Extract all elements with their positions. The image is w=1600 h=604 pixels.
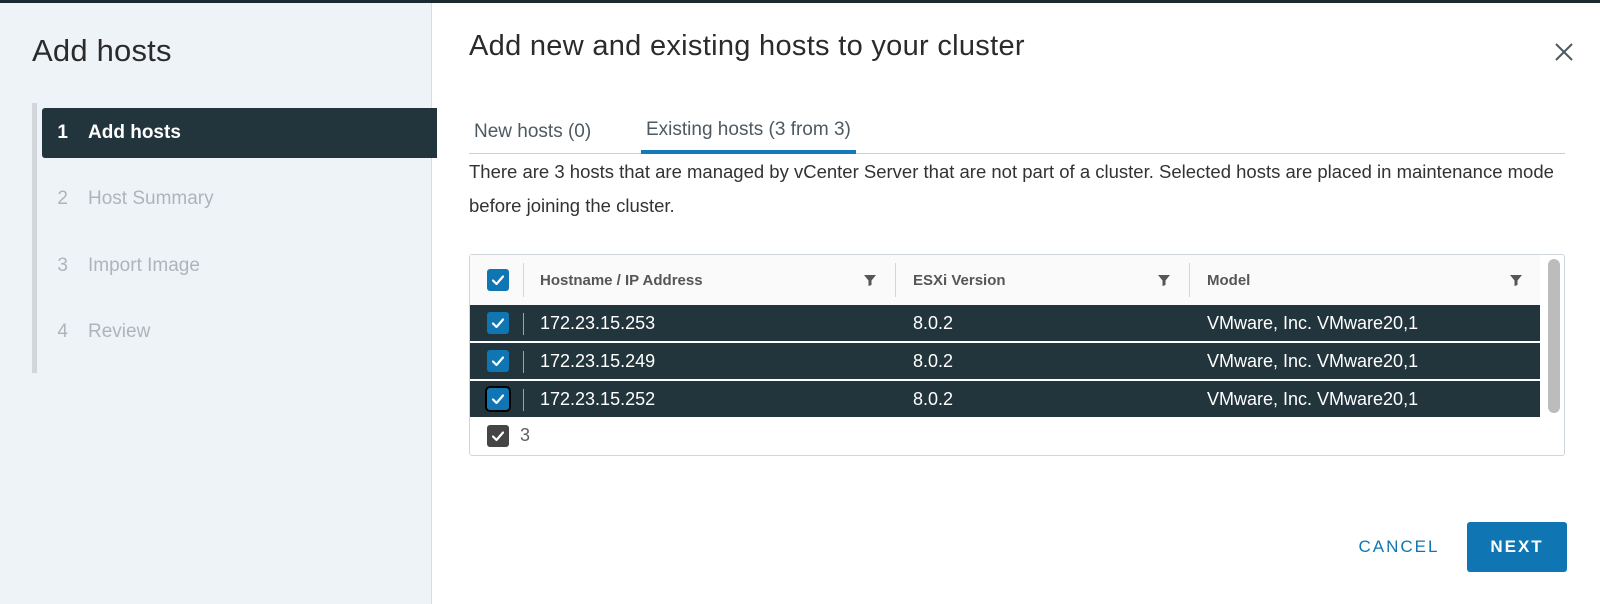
scrollbar-thumb[interactable] [1548, 259, 1560, 413]
next-button[interactable]: NEXT [1467, 522, 1567, 572]
check-icon [491, 275, 505, 286]
page-title: Add new and existing hosts to your clust… [469, 30, 1025, 62]
hostname-cell: 172.23.15.253 [540, 313, 656, 333]
step-number: 3 [57, 255, 68, 276]
column-header-esxi-version[interactable]: ESXi Version [913, 255, 1006, 305]
hosts-table: Hostname / IP Address ESXi Version Model… [469, 254, 1565, 456]
step-number: 1 [57, 122, 68, 143]
version-cell: 8.0.2 [913, 389, 954, 409]
table-header: Hostname / IP Address ESXi Version Model [470, 255, 1540, 305]
close-icon [1555, 43, 1573, 61]
filter-icon[interactable] [863, 273, 877, 287]
check-icon [491, 431, 505, 442]
close-button[interactable] [1552, 40, 1576, 64]
check-icon [491, 318, 505, 329]
table-row[interactable]: 172.23.15.252 8.0.2 VMware, Inc. VMware2… [470, 381, 1540, 418]
tab-bar: New hosts (0) Existing hosts (3 from 3) [469, 110, 1565, 154]
step-number: 4 [57, 321, 68, 342]
row-separator [523, 313, 524, 335]
model-cell: VMware, Inc. VMware20,1 [1207, 389, 1419, 409]
row-checkbox[interactable] [487, 350, 509, 372]
column-header-hostname[interactable]: Hostname / IP Address [540, 255, 703, 305]
wizard-title: Add hosts [32, 33, 172, 68]
step-number: 2 [57, 188, 68, 209]
wizard-sidebar: Add hosts 1 Add hosts 2 Host Summary 3 I… [0, 3, 437, 604]
row-checkbox[interactable] [487, 388, 509, 410]
model-cell: VMware, Inc. VMware20,1 [1207, 351, 1419, 371]
cancel-button[interactable]: CANCEL [1344, 522, 1454, 572]
hostname-cell: 172.23.15.249 [540, 351, 656, 371]
wizard-steps: 1 Add hosts 2 Host Summary 3 Import Imag… [32, 103, 437, 373]
description-text: There are 3 hosts that are managed by vC… [469, 161, 1554, 216]
table-scrollbar[interactable] [1546, 259, 1562, 413]
column-separator [895, 263, 896, 297]
filter-icon[interactable] [1509, 273, 1523, 287]
row-separator [523, 351, 524, 373]
row-separator [523, 389, 524, 411]
table-row[interactable]: 172.23.15.253 8.0.2 VMware, Inc. VMware2… [470, 305, 1540, 342]
step-review[interactable]: 4 Review [42, 307, 437, 357]
tab-new-hosts[interactable]: New hosts (0) [469, 110, 596, 154]
hostname-cell: 172.23.15.252 [540, 389, 656, 409]
selection-count-checkbox[interactable] [487, 425, 509, 447]
selected-count: 3 [520, 425, 531, 445]
step-label: Host Summary [88, 188, 214, 209]
tab-existing-hosts[interactable]: Existing hosts (3 from 3) [641, 110, 856, 154]
select-all-checkbox[interactable] [487, 269, 509, 291]
check-icon [491, 356, 505, 367]
step-label: Review [88, 321, 151, 342]
row-checkbox[interactable] [487, 312, 509, 334]
step-import-image[interactable]: 3 Import Image [42, 241, 437, 291]
version-cell: 8.0.2 [913, 351, 954, 371]
check-icon [491, 394, 505, 405]
column-separator [1189, 263, 1190, 297]
column-header-model[interactable]: Model [1207, 255, 1250, 305]
version-cell: 8.0.2 [913, 313, 954, 333]
column-separator [523, 263, 524, 297]
table-row[interactable]: 172.23.15.249 8.0.2 VMware, Inc. VMware2… [470, 343, 1540, 380]
filter-icon[interactable] [1157, 273, 1171, 287]
step-label: Import Image [88, 255, 200, 276]
step-label: Add hosts [88, 122, 181, 143]
model-cell: VMware, Inc. VMware20,1 [1207, 313, 1419, 333]
step-add-hosts[interactable]: 1 Add hosts [42, 108, 437, 158]
step-host-summary[interactable]: 2 Host Summary [42, 174, 437, 224]
